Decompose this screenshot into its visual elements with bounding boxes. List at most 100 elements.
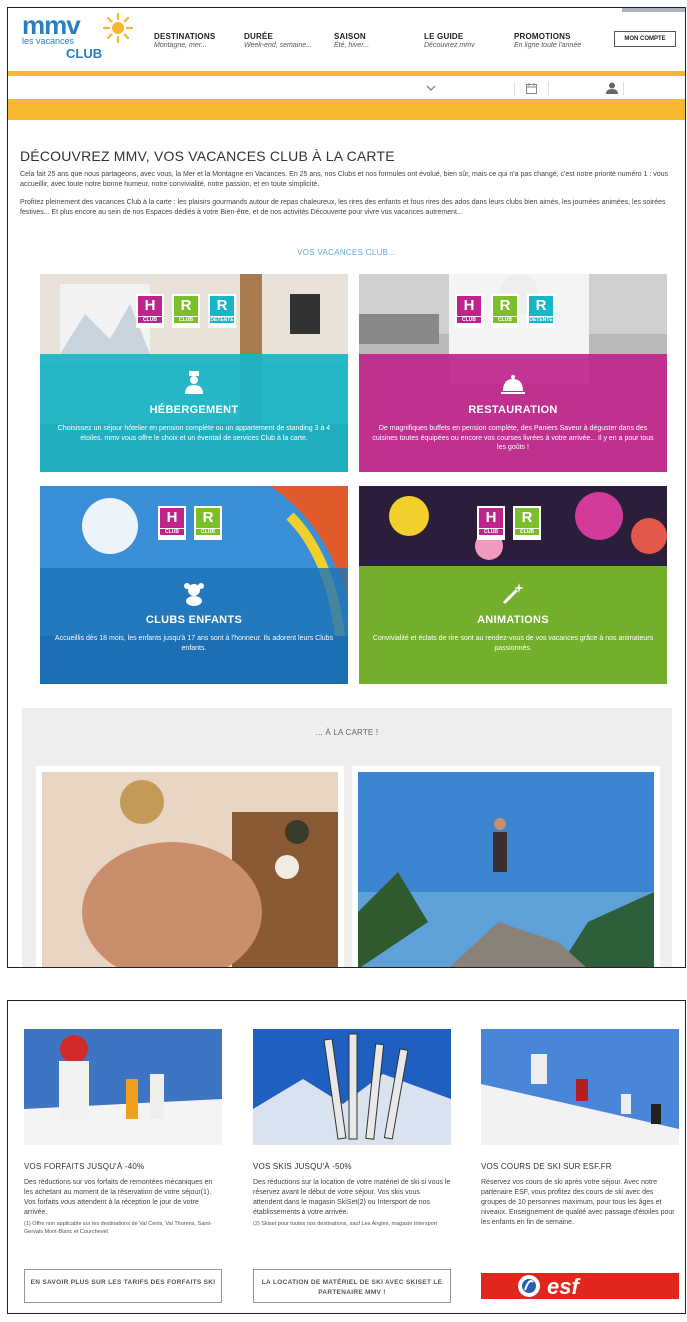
badge-label: CLUB (493, 317, 517, 323)
tile-hebergement[interactable]: H CLUB R CLUB R DÉTENTE HÉBERGEMENT Choisis… (40, 274, 348, 472)
badge-letter: R (210, 296, 234, 316)
person-icon[interactable] (606, 82, 618, 94)
nav-promotions[interactable]: PROMOTIONS En ligne toute l'année (514, 32, 581, 49)
intro-paragraph-1: Cela fait 25 ans que nous partageons, av… (20, 171, 669, 188)
massage-photo (42, 772, 338, 967)
nav-subtitle: Découvrez mmv (424, 42, 475, 49)
cloche-icon (501, 375, 525, 394)
badge-label: DÉTENTE (529, 317, 553, 323)
tile-animations[interactable]: H CLUB R CLUB ANIMATIONS Convivialité et é… (359, 486, 667, 684)
badge-letter: R (529, 296, 553, 316)
badge-label: CLUB (174, 317, 198, 323)
logo-tagline: les vacances (22, 36, 75, 46)
badge-label: CLUB (515, 529, 539, 535)
tile-title: CLUBS ENFANTS (145, 614, 243, 626)
badge-group: H CLUB R CLUB (158, 506, 222, 540)
offer-note: (2) Skiset pour toutes nos destinations,… (253, 1221, 438, 1227)
badge-h-club: H CLUB (136, 294, 164, 328)
badge-label: CLUB (138, 317, 162, 323)
badge-h-club: H CLUB (455, 294, 483, 328)
badge-r-detente: R DÉTENTE (208, 294, 236, 328)
site-header: mmv les vacances CLUB DESTINATIONS Monta… (8, 8, 685, 80)
divider (623, 82, 624, 95)
magic-wand-icon (502, 583, 524, 605)
divider (548, 82, 549, 95)
tile-restauration[interactable]: H CLUB R CLUB R DÉTENTE RESTAURATION De mag… (359, 274, 667, 472)
badge-r-club: R CLUB (172, 294, 200, 328)
badge-h-club: H CLUB (158, 506, 186, 540)
nav-subtitle: Week-end, semaine... (244, 42, 312, 49)
nav-title: SAISON (334, 32, 366, 41)
nav-le-guide[interactable]: LE GUIDE Découvrez mmv (424, 32, 475, 49)
topbar-accent (622, 8, 685, 12)
offer-cours-ski: VOS COURS DE SKI SUR ESF.FR Réservez vos… (481, 1029, 679, 1299)
offer-title: VOS FORFAITS JUSQU'À -40% (24, 1162, 145, 1171)
account-button[interactable]: MON COMPTE (614, 31, 676, 47)
badge-group: H CLUB R CLUB R DÉTENTE (136, 294, 236, 328)
teddy-bear-icon (184, 583, 204, 606)
badge-letter: R (493, 296, 517, 316)
nav-title: DURÉE (244, 32, 274, 41)
nav-title: LE GUIDE (424, 32, 464, 41)
esf-logo-text: esf (547, 1274, 579, 1299)
skiers-photo (24, 1029, 222, 1145)
esf-logo-banner[interactable]: esf (481, 1273, 679, 1299)
badge-label: CLUB (160, 529, 184, 535)
forfaits-ski-button[interactable]: EN SAVOIR PLUS SUR LES TARIFS DES FORFAI… (24, 1269, 222, 1303)
badge-letter: R (196, 508, 220, 528)
skiset-rental-button[interactable]: LA LOCATION DE MATÉRIEL DE SKI AVEC SKIS… (253, 1269, 451, 1303)
badge-label: CLUB (196, 529, 220, 535)
card-massage[interactable] (36, 766, 344, 967)
card-hiking[interactable] (352, 766, 660, 967)
page-title: DÉCOUVREZ MMV, VOS VACANCES CLUB À LA CA… (20, 148, 395, 164)
badge-r-detente: R DÉTENTE (527, 294, 555, 328)
nav-subtitle: Été, hiver... (334, 42, 370, 49)
nav-subtitle: En ligne toute l'année (514, 42, 582, 49)
hero-stripe (8, 99, 685, 120)
calendar-icon[interactable] (526, 83, 537, 94)
tile-description: De magnifiques buffets en pension complè… (372, 425, 654, 451)
mmv-logo[interactable]: mmv les vacances CLUB (22, 10, 142, 64)
tile-title: HÉBERGEMENT (149, 404, 239, 416)
skis-in-snow-photo (253, 1029, 451, 1145)
badge-label: DÉTENTE (210, 317, 234, 323)
nav-destinations[interactable]: DESTINATIONS Montagne, mer... (154, 32, 215, 49)
section-title: ... À LA CARTE ! (315, 728, 379, 737)
badge-letter: R (174, 296, 198, 316)
section-link-vacances-club[interactable]: VOS VACANCES CLUB... (8, 248, 685, 257)
tile-title: ANIMATIONS (477, 614, 549, 626)
nav-duree[interactable]: DURÉE Week-end, semaine... (244, 32, 312, 49)
tile-description: Convivialité et éclats de rire sont au r… (372, 635, 654, 652)
offers-screenshot: VOS FORFAITS JUSQU'À -40% Des réductions… (7, 1000, 686, 1314)
offer-text: Des réductions sur vos forfaits de remon… (24, 1179, 213, 1216)
badge-letter: H (457, 296, 481, 316)
badge-group: H CLUB R CLUB R DÉTENTE (455, 294, 555, 328)
badge-letter: H (160, 508, 184, 528)
offer-text: Réservez vos cours de ski après votre sé… (481, 1179, 675, 1226)
nav-saison[interactable]: SAISON Été, hiver... (334, 32, 369, 49)
badge-letter: H (138, 296, 162, 316)
badge-group: H CLUB R CLUB (477, 506, 541, 540)
offer-skis: VOS SKIS JUSQU'À -50% Des réductions sur… (253, 1029, 451, 1303)
search-bar (8, 79, 685, 99)
nav-title: DESTINATIONS (154, 32, 216, 41)
tile-title: RESTAURATION (468, 404, 558, 416)
top-page-screenshot: mmv les vacances CLUB DESTINATIONS Monta… (7, 7, 686, 968)
badge-r-club: R CLUB (491, 294, 519, 328)
offer-title: VOS SKIS JUSQU'À -50% (253, 1162, 352, 1171)
divider (514, 82, 515, 95)
sun-icon (102, 12, 134, 44)
header-stripe (8, 71, 685, 76)
chevron-down-icon[interactable] (426, 85, 436, 92)
nav-title: PROMOTIONS (514, 32, 571, 41)
ski-lesson-photo (481, 1029, 679, 1145)
nav-subtitle: Montagne, mer... (154, 42, 207, 49)
offer-title: VOS COURS DE SKI SUR ESF.FR (481, 1162, 612, 1171)
badge-label: CLUB (457, 317, 481, 323)
intro-paragraph-2: Profitez pleinement des vacances Club à … (20, 199, 666, 216)
offer-forfaits: VOS FORFAITS JUSQU'À -40% Des réductions… (24, 1029, 222, 1303)
badge-h-club: H CLUB (477, 506, 505, 540)
tile-clubs-enfants[interactable]: H CLUB R CLUB CLUBS ENFANTS Accueillis dès… (40, 486, 348, 684)
offer-text: Des réductions sur la location de votre … (253, 1179, 451, 1216)
badge-r-club: R CLUB (194, 506, 222, 540)
